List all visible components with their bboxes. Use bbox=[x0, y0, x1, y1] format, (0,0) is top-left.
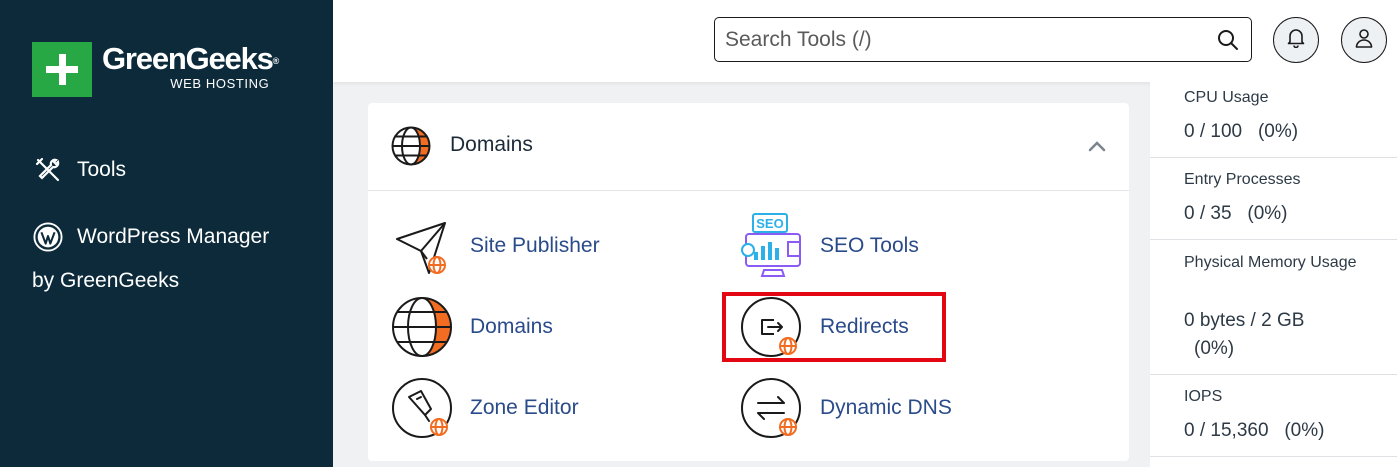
stat-value: 0 / 15,360 (0%) bbox=[1184, 420, 1325, 441]
stat-label: CPU Usage bbox=[1184, 89, 1269, 106]
tool-zone-editor[interactable]: Zone Editor bbox=[391, 377, 651, 439]
tool-label: SEO Tools bbox=[820, 234, 919, 257]
stat-value: 0 / 35 (0%) bbox=[1184, 203, 1288, 224]
zone-editor-icon bbox=[391, 377, 453, 439]
svg-text:SEO: SEO bbox=[756, 216, 783, 231]
domains-icon bbox=[391, 296, 453, 358]
brand-name: GreenGeeks bbox=[102, 41, 274, 76]
stat-value: 0 / 100 (0%) bbox=[1184, 121, 1299, 142]
sidebar-item-label: WordPress Manager bbox=[77, 225, 270, 248]
bell-icon bbox=[1287, 28, 1305, 53]
tool-domains[interactable]: Domains bbox=[391, 296, 651, 358]
notifications-button[interactable] bbox=[1273, 17, 1319, 63]
stat-physical-memory: Physical Memory Usage 0 bytes / 2 GB (0%… bbox=[1150, 240, 1397, 375]
user-icon bbox=[1354, 28, 1374, 53]
sidebar-item-label: Tools bbox=[77, 158, 127, 181]
tools-icon bbox=[33, 155, 63, 185]
stat-cpu-usage: CPU Usage 0 / 100 (0%) bbox=[1150, 82, 1397, 158]
logo-plus-icon bbox=[32, 42, 92, 97]
top-bar bbox=[333, 0, 1397, 82]
tool-label: Domains bbox=[470, 315, 553, 338]
stat-label: Physical Memory Usage bbox=[1184, 254, 1357, 271]
user-menu-button[interactable] bbox=[1341, 17, 1387, 63]
domains-section-card: Domains Site Publisher SEO SEO Tools Dom… bbox=[368, 103, 1129, 461]
tool-label: Site Publisher bbox=[470, 234, 600, 257]
tool-label: Dynamic DNS bbox=[820, 396, 952, 419]
search-input[interactable] bbox=[725, 27, 1205, 52]
site-publisher-icon bbox=[391, 215, 453, 277]
stat-value-percent: (0%) bbox=[1194, 338, 1235, 359]
stat-label: IOPS bbox=[1184, 388, 1223, 405]
sidebar: GreenGeeks® WEB HOSTING Tools WordPress … bbox=[0, 0, 333, 467]
dynamic-dns-icon bbox=[740, 377, 802, 439]
tool-dynamic-dns[interactable]: Dynamic DNS bbox=[740, 377, 1000, 439]
stat-label: Entry Processes bbox=[1184, 171, 1301, 188]
seo-tools-icon: SEO bbox=[740, 212, 806, 280]
brand-subtitle: WEB HOSTING bbox=[170, 76, 270, 91]
wordpress-icon bbox=[33, 222, 63, 252]
tool-label: Redirects bbox=[820, 315, 909, 338]
section-title: Domains bbox=[450, 133, 533, 156]
redirects-icon bbox=[740, 296, 802, 358]
sidebar-item-label-line2[interactable]: by GreenGeeks bbox=[32, 269, 179, 293]
tool-site-publisher[interactable]: Site Publisher bbox=[391, 215, 651, 277]
registered-mark: ® bbox=[272, 56, 280, 66]
tool-seo-tools[interactable]: SEO SEO Tools bbox=[740, 211, 1000, 281]
domains-section-header[interactable]: Domains bbox=[368, 103, 1129, 191]
stat-entry-processes: Entry Processes 0 / 35 (0%) bbox=[1150, 158, 1397, 240]
sidebar-item-tools[interactable]: Tools bbox=[33, 155, 126, 185]
stat-iops: IOPS 0 / 15,360 (0%) bbox=[1150, 375, 1397, 457]
tool-label: Zone Editor bbox=[470, 396, 579, 419]
greengeeks-logo[interactable]: GreenGeeks® WEB HOSTING bbox=[32, 42, 279, 97]
resource-usage-panel: CPU Usage 0 / 100 (0%) Entry Processes 0… bbox=[1150, 82, 1397, 467]
globe-icon bbox=[391, 126, 431, 171]
search-icon[interactable] bbox=[1217, 29, 1239, 56]
chevron-up-icon[interactable] bbox=[1088, 139, 1106, 157]
stat-value: 0 bytes / 2 GB bbox=[1184, 310, 1305, 331]
sidebar-item-wordpress-manager[interactable]: WordPress Manager bbox=[33, 222, 269, 252]
search-box[interactable] bbox=[714, 17, 1252, 62]
tool-redirects[interactable]: Redirects bbox=[740, 296, 1000, 358]
